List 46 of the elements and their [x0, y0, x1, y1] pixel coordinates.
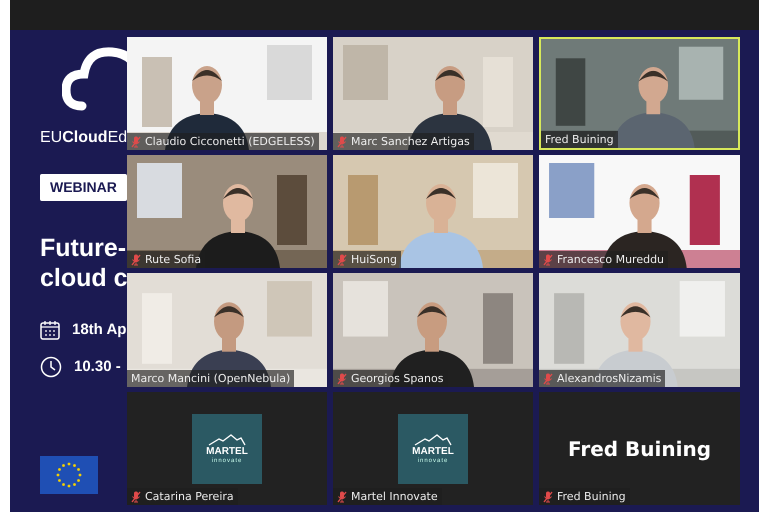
slide-title: Future- [40, 233, 126, 263]
participant-name: Francesco Mureddu [557, 254, 664, 265]
muted-microphone-icon [543, 254, 553, 266]
video-tile[interactable]: AlexandrosNizamis [539, 273, 740, 387]
video-tile[interactable]: Francesco Mureddu [539, 155, 740, 268]
slide-time: 10.30 - [74, 356, 121, 376]
video-tile[interactable]: Claudio Cicconetti (EDGELESS) [127, 37, 327, 150]
participant-name: AlexandrosNizamis [557, 373, 662, 384]
muted-microphone-icon [131, 490, 141, 502]
video-tile[interactable]: Georgios Spanos [333, 273, 533, 387]
participant-name: Rute Sofia [145, 254, 202, 265]
clock-icon [40, 356, 62, 378]
muted-microphone-icon [337, 136, 347, 148]
slide-date: 18th Ap [72, 320, 126, 340]
muted-microphone-icon [131, 254, 141, 266]
participant-name: HuiSong [351, 254, 397, 265]
participant-name-text: Fred Buining [568, 436, 712, 462]
participant-name: Marc Sanchez Artigas [351, 136, 470, 147]
participant-name: Fred Buining [545, 134, 614, 145]
participant-name: Marco Mancini (OpenNebula) [131, 373, 290, 384]
video-tile[interactable]: Fred Buining Fred Buining [539, 392, 740, 505]
participant-name: Georgios Spanos [351, 373, 444, 384]
brand-name: EUCloudEd [40, 128, 128, 148]
webinar-badge: WEBINAR [40, 174, 127, 201]
calendar-icon [40, 320, 60, 340]
slide-title: cloud c [40, 263, 128, 293]
logo-title: MARTEL [206, 446, 248, 456]
muted-microphone-icon [543, 372, 553, 384]
mountain-icon [207, 434, 247, 446]
video-tile[interactable]: Fred Buining [539, 37, 740, 150]
muted-microphone-icon [337, 490, 347, 502]
logo-title: MARTEL [412, 446, 454, 456]
mountain-icon [413, 434, 453, 446]
muted-microphone-icon [131, 136, 141, 148]
video-tile[interactable]: HuiSong [333, 155, 533, 268]
muted-microphone-icon [543, 490, 553, 502]
video-tile[interactable]: Marc Sanchez Artigas [333, 37, 533, 150]
muted-microphone-icon [337, 372, 347, 384]
eu-flag-icon [40, 456, 98, 494]
participant-name: Catarina Pereira [145, 491, 234, 502]
video-tile[interactable]: Rute Sofia [127, 155, 327, 268]
participant-name: Fred Buining [557, 491, 626, 502]
participant-name: Martel Innovate [351, 491, 438, 502]
muted-microphone-icon [337, 254, 347, 266]
participant-name: Claudio Cicconetti (EDGELESS) [145, 136, 315, 147]
video-tile[interactable]: Marco Mancini (OpenNebula) [127, 273, 327, 387]
